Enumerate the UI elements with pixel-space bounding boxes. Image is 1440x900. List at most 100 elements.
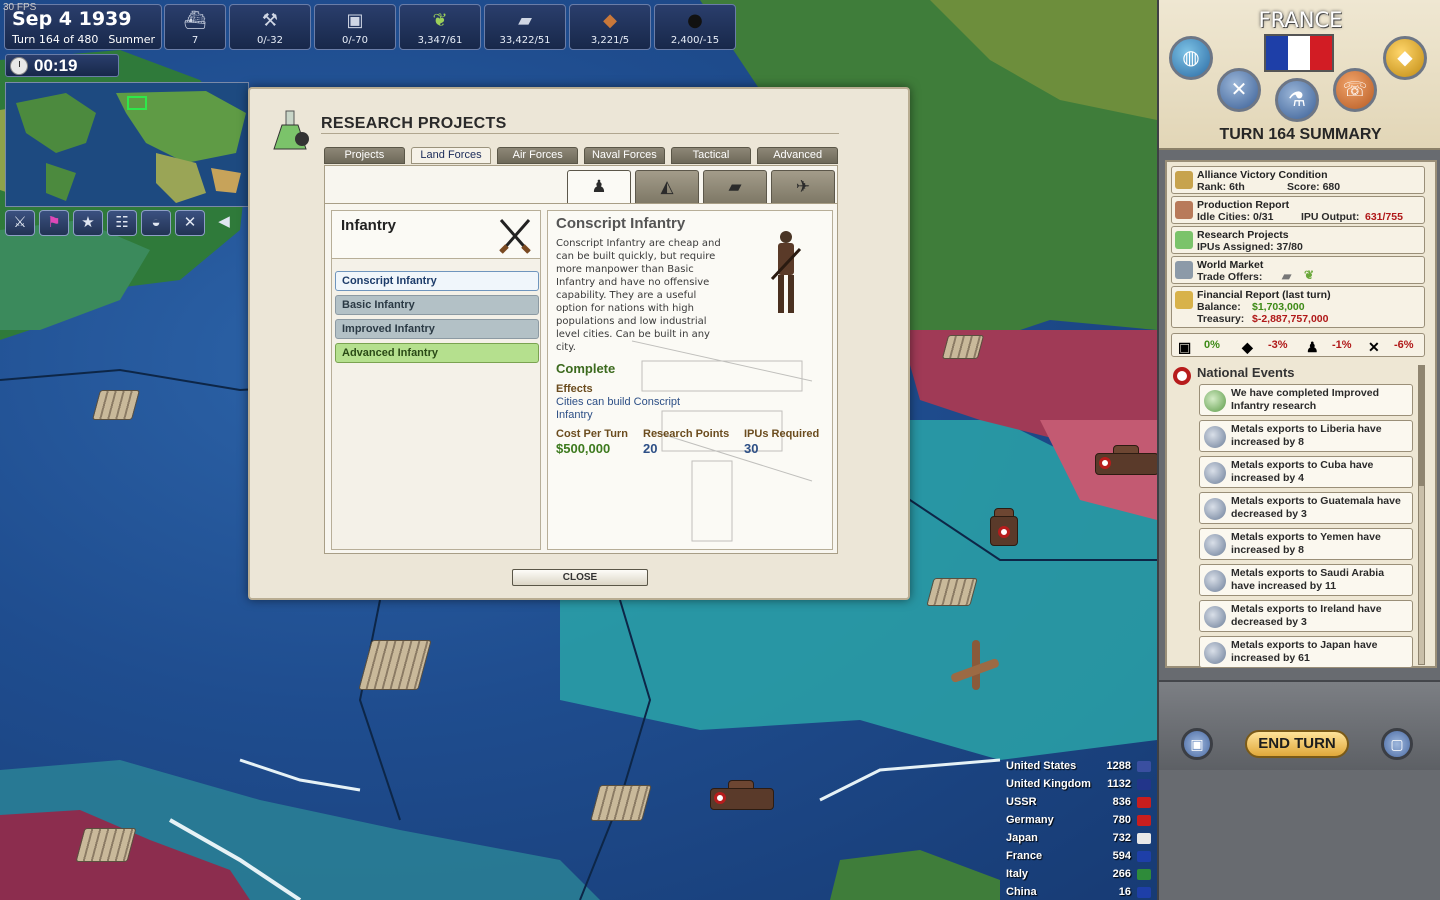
ranking-row: France 594 [1003,848,1155,866]
aircraft-unit[interactable] [949,640,1001,690]
tab-land-forces[interactable]: Land Forces [410,147,492,164]
city-unit[interactable] [75,828,137,862]
idle-cities: Idle Cities: 0/31 [1197,211,1274,223]
project-advanced-infantry[interactable]: Advanced Infantry [335,343,539,363]
research-projects-item[interactable]: Research Projects IPUs Assigned: 37/80 [1171,226,1425,254]
star-filter-icon[interactable]: ★ [73,210,103,236]
infantry-tab-icon[interactable]: ♟ [567,170,631,204]
tab-advanced[interactable]: Advanced [757,147,839,164]
diplomacy-icon[interactable]: ☏ [1333,68,1377,112]
turn-counter: Turn 164 of 480 [12,33,99,46]
close-button[interactable]: CLOSE [512,569,648,586]
turn-summary-list: Alliance Victory Condition Rank: 6th Sco… [1165,160,1437,668]
event-text: Metals exports to Guatemala have decreas… [1231,495,1401,520]
alliance-rank: Rank: 6th [1197,181,1245,193]
combat-filter-icon[interactable]: ⚔ [5,210,35,236]
tank-unit[interactable] [1095,445,1157,481]
ore-icon: ◆ [1242,339,1253,355]
ranking-nation: United Kingdom [1006,778,1091,790]
resource-ships[interactable]: ⛴ 7 [164,4,226,50]
balance-value: $1,703,000 [1252,301,1305,313]
tab-naval-forces[interactable]: Naval Forces [584,147,665,164]
events-scrollbar[interactable] [1418,365,1425,665]
resource-oil[interactable]: ● 2,400/-15 [654,4,736,50]
resource-transport[interactable]: ⚒ 0/-32 [229,4,311,50]
city-unit[interactable] [926,578,978,606]
project-improved-infantry[interactable]: Improved Infantry [335,319,539,339]
tank-unit[interactable] [990,508,1020,548]
mechanized-tab-icon[interactable]: ▰ [703,170,767,204]
combat-icon[interactable]: ✕ [1217,68,1261,112]
collapse-arrow-icon[interactable]: ◀ [209,210,239,236]
minimap-toolbar: ⚔ ⚑ ★ ☷ ◒ ✕ ◀ [5,210,249,238]
event-item[interactable]: Metals exports to Ireland have decreased… [1199,600,1413,632]
steel-icon: ▰ [1282,269,1292,283]
research-content: ♟ ◭ ▰ ✈ Infantry Conscript Infantry Basi… [324,165,838,554]
event-item[interactable]: Metals exports to Liberia have increased… [1199,420,1413,452]
financial-report-item[interactable]: Financial Report (last turn) Balance: $1… [1171,286,1425,328]
globe-icon[interactable]: ◍ [1169,36,1213,80]
ipu-output-label: IPU Output: [1301,211,1360,223]
economy-percent-row: ▣ 0% ◆ -3% ♟ -1% ✕ -6% [1171,333,1425,357]
resource-value: 7 [191,35,199,46]
ranking-score: 1132 [1107,778,1131,790]
resource-factory[interactable]: ▣ 0/-70 [314,4,396,50]
end-turn-button[interactable]: END TURN [1245,730,1349,758]
trade-icon[interactable]: ◆ [1383,36,1427,80]
resource-ore[interactable]: ◆ 3,221/5 [569,4,651,50]
event-item[interactable]: Metals exports to Japan have increased b… [1199,636,1413,668]
ranking-nation: Italy [1006,868,1029,880]
resource-bar: Sep 4 1939 Turn 164 of 480 Summer ⛴ 7 ⚒ … [0,0,740,52]
project-basic-infantry[interactable]: Basic Infantry [335,295,539,315]
project-conscript-infantry[interactable]: Conscript Infantry [335,271,539,291]
tank-unit[interactable] [710,780,776,816]
scrollbar-thumb[interactable] [1419,366,1424,486]
flag-icon [1137,779,1151,790]
item-title: World Market [1197,259,1264,271]
effects-heading: Effects [556,383,593,395]
percent-value: 0% [1204,339,1220,351]
city-unit[interactable] [590,785,652,821]
research-icon[interactable]: ⚗ [1275,78,1319,122]
armor-tab-icon[interactable]: ◭ [635,170,699,204]
resource-steel[interactable]: ▰ 33,422/51 [484,4,566,50]
nation-name: FRANCE [1258,8,1343,32]
ore-icon: ◆ [603,10,617,31]
flag-icon [1137,851,1151,862]
flag-filter-icon[interactable]: ⚑ [39,210,69,236]
ranking-nation: Germany [1006,814,1054,826]
terrain-filter-icon[interactable]: ◒ [141,210,171,236]
options-icon[interactable]: ▢ [1381,728,1413,760]
save-icon[interactable]: ▣ [1181,728,1213,760]
factory-icon: ▣ [346,10,364,31]
event-item[interactable]: Metals exports to Cuba have increased by… [1199,456,1413,488]
production-report-item[interactable]: Production Report Idle Cities: 0/31 IPU … [1171,196,1425,224]
event-item[interactable]: Metals exports to Yemen have increased b… [1199,528,1413,560]
ship-icon: ⛴ [183,10,207,31]
world-market-item[interactable]: World Market Trade Offers: ▰ ❦ [1171,256,1425,284]
event-item[interactable]: Metals exports to Guatemala have decreas… [1199,492,1413,524]
units-filter-icon[interactable]: ✕ [175,210,205,236]
minimap[interactable] [5,82,249,207]
event-item[interactable]: We have completed Improved Infantry rese… [1199,384,1413,416]
item-title: Alliance Victory Condition [1197,169,1328,181]
city-unit[interactable] [941,335,985,359]
divider [321,133,839,134]
event-item[interactable]: Metals exports to Saudi Arabia have incr… [1199,564,1413,596]
item-title: Production Report [1197,199,1290,211]
city-unit[interactable] [91,390,141,420]
metals-icon [1204,606,1226,628]
alliance-victory-item[interactable]: Alliance Victory Condition Rank: 6th Sco… [1171,166,1425,194]
tab-projects[interactable]: Projects [324,147,405,164]
flag-stripe [1266,36,1288,70]
ranking-row: USSR 836 [1003,794,1155,812]
tab-air-forces[interactable]: Air Forces [497,147,579,164]
resource-food[interactable]: ❦ 3,347/61 [399,4,481,50]
crossed-rifles-icon [499,219,531,254]
artillery-tab-icon[interactable]: ✈ [771,170,835,204]
supply-filter-icon[interactable]: ☷ [107,210,137,236]
event-text: Metals exports to Cuba have increased by… [1231,459,1374,484]
tab-tactical[interactable]: Tactical [670,147,752,164]
ipus-assigned: IPUs Assigned: 37/80 [1197,241,1303,253]
factory-icon: ▣ [1178,339,1192,355]
